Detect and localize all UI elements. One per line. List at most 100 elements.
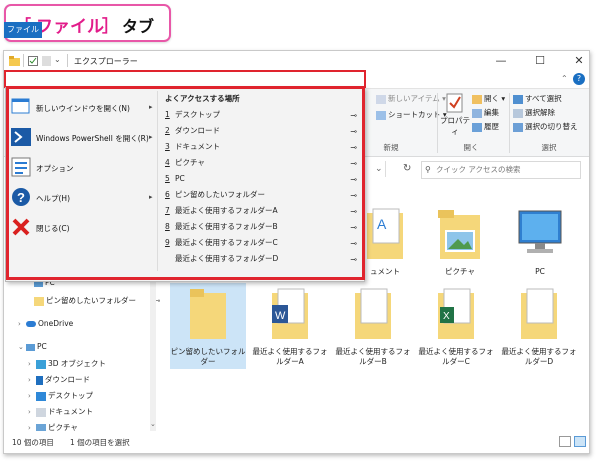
chevron-down-icon[interactable]: ⌄: [18, 343, 26, 351]
scroll-down-icon[interactable]: ⌄: [150, 420, 156, 428]
file-item-pc[interactable]: PC: [502, 207, 578, 277]
chevron-right-icon[interactable]: ›: [28, 408, 36, 416]
folder-icon: [190, 289, 226, 339]
excel-folder-icon: X: [438, 288, 474, 339]
search-input[interactable]: ⚲ クイック アクセスの検索: [421, 161, 581, 179]
open-label: 開く: [484, 94, 499, 103]
item-count: 10 個の項目: [12, 438, 54, 447]
close-button[interactable]: ✕: [572, 54, 586, 68]
properties-icon: [446, 93, 463, 113]
shortcut-label: ショートカット: [388, 110, 441, 119]
file-name: 最近よく使用するフォルダーC: [418, 347, 494, 366]
new-item-label: 新しいアイテム: [388, 94, 440, 103]
titlebar-divider-2: [67, 54, 68, 67]
details-view-icon[interactable]: [559, 436, 571, 447]
select-all-button[interactable]: すべて選択: [513, 93, 562, 104]
folder-icon: [355, 288, 391, 339]
nav-label: ドキュメント: [48, 407, 93, 416]
properties-button[interactable]: プロパティ: [440, 93, 470, 137]
status-bar: 10 個の項目 1 個の項目を選択: [4, 431, 589, 453]
svg-text:A: A: [377, 216, 387, 232]
nav-item-documents[interactable]: › ドキュメント: [28, 406, 93, 417]
deselect-label: 選択解除: [525, 108, 555, 117]
group-divider-2: [509, 93, 510, 153]
file-name: 最近よく使用するフォルダーD: [501, 347, 577, 366]
file-name: PC: [535, 267, 545, 276]
deselect-button[interactable]: 選択解除: [513, 107, 555, 118]
nav-item-desktop[interactable]: › デスクトップ: [28, 390, 93, 401]
window-title: エクスプローラー: [74, 57, 138, 66]
minimize-button[interactable]: —: [494, 54, 508, 68]
svg-text:X: X: [443, 311, 450, 322]
edit-button[interactable]: 編集: [472, 107, 499, 118]
caption-close-bracket: ］: [102, 17, 119, 37]
file-item-pinned-folder[interactable]: ピン留めしたいフォルダー: [170, 283, 246, 369]
cloud-icon: [26, 321, 36, 327]
deselect-icon: [513, 108, 523, 118]
history-icon: [472, 122, 482, 132]
history-button[interactable]: 履歴: [472, 121, 499, 132]
new-item-icon: [376, 94, 386, 104]
nav-item-3d-objects[interactable]: › 3D オブジェクト: [28, 358, 106, 369]
open-icon: [472, 94, 482, 104]
edit-icon: [472, 108, 482, 118]
file-item-folder-c[interactable]: X 最近よく使用するフォルダーC: [418, 287, 494, 367]
ribbon-collapse-icon[interactable]: ⌃: [561, 74, 568, 83]
pc-monitor-icon: [518, 210, 562, 253]
cube-icon: [36, 359, 46, 369]
new-item-button[interactable]: 新しいアイテム ▾: [376, 93, 446, 104]
invert-selection-icon: [513, 122, 523, 132]
edit-label: 編集: [484, 108, 499, 117]
nav-label: 3D オブジェクト: [48, 359, 106, 368]
nav-item-pc[interactable]: ⌄ PC: [18, 342, 47, 351]
chevron-right-icon[interactable]: ›: [28, 376, 36, 384]
select-all-icon: [513, 94, 523, 104]
folder-icon: [521, 288, 557, 339]
highlight-frame: [6, 86, 365, 280]
new-folder-quick-icon[interactable]: [42, 56, 51, 66]
chevron-right-icon[interactable]: ›: [28, 392, 36, 400]
file-tab[interactable]: ファイル: [4, 22, 42, 38]
nav-label: ダウンロード: [45, 375, 90, 384]
chevron-right-icon[interactable]: ›: [18, 320, 26, 328]
titlebar-divider: [23, 54, 24, 67]
file-item-pictures[interactable]: ピクチャ: [422, 207, 498, 277]
svg-text:W: W: [275, 310, 286, 322]
nav-item-pinned-folder[interactable]: ピン留めしたいフォルダー ⊸: [34, 295, 160, 306]
file-name: ピクチャ: [445, 267, 475, 276]
document-icon: [36, 407, 46, 417]
large-icons-view-icon[interactable]: [574, 436, 586, 447]
nav-label: PC: [37, 342, 47, 351]
title-bar: ⌄ エクスプローラー — ☐ ✕: [4, 51, 589, 72]
nav-item-onedrive[interactable]: › OneDrive: [18, 319, 73, 328]
chevron-right-icon[interactable]: ›: [28, 360, 36, 368]
caption-file-label: ファイル: [36, 17, 104, 37]
open-button[interactable]: 開く ▾: [472, 93, 505, 104]
nav-item-downloads[interactable]: › ダウンロード: [28, 374, 90, 385]
customize-toolbar-icon[interactable]: ⌄: [54, 55, 61, 64]
selection-count: 1 個の項目を選択: [70, 438, 130, 447]
properties-quick-icon[interactable]: [28, 56, 38, 66]
select-group-label: 選択: [541, 143, 557, 152]
nav-label: デスクトップ: [48, 391, 93, 400]
file-name: 最近よく使用するフォルダーA: [252, 347, 328, 366]
help-icon-titlebar[interactable]: ?: [573, 73, 585, 85]
pictures-folder-icon: [438, 210, 480, 259]
address-divider: [385, 161, 386, 177]
nav-label: ピン留めしたいフォルダー: [46, 296, 136, 305]
file-item-folder-a[interactable]: W 最近よく使用するフォルダーA: [252, 287, 328, 367]
caption-tab-label: タブ: [122, 17, 155, 36]
address-dropdown-icon[interactable]: ⌄: [375, 164, 383, 174]
shortcut-icon: [376, 110, 386, 120]
refresh-icon[interactable]: ↻: [403, 163, 411, 174]
file-item-folder-d[interactable]: 最近よく使用するフォルダーD: [501, 287, 577, 367]
file-item-folder-b[interactable]: 最近よく使用するフォルダーB: [335, 287, 411, 367]
select-all-label: すべて選択: [525, 94, 562, 103]
invert-selection-label: 選択の切り替え: [525, 122, 578, 131]
maximize-button[interactable]: ☐: [533, 54, 547, 68]
invert-selection-button[interactable]: 選択の切り替え: [513, 121, 578, 132]
search-icon: ⚲: [425, 165, 431, 174]
folder-app-icon: [9, 56, 20, 66]
desktop-icon: [36, 391, 46, 401]
open-group-label: 開く: [463, 143, 479, 152]
